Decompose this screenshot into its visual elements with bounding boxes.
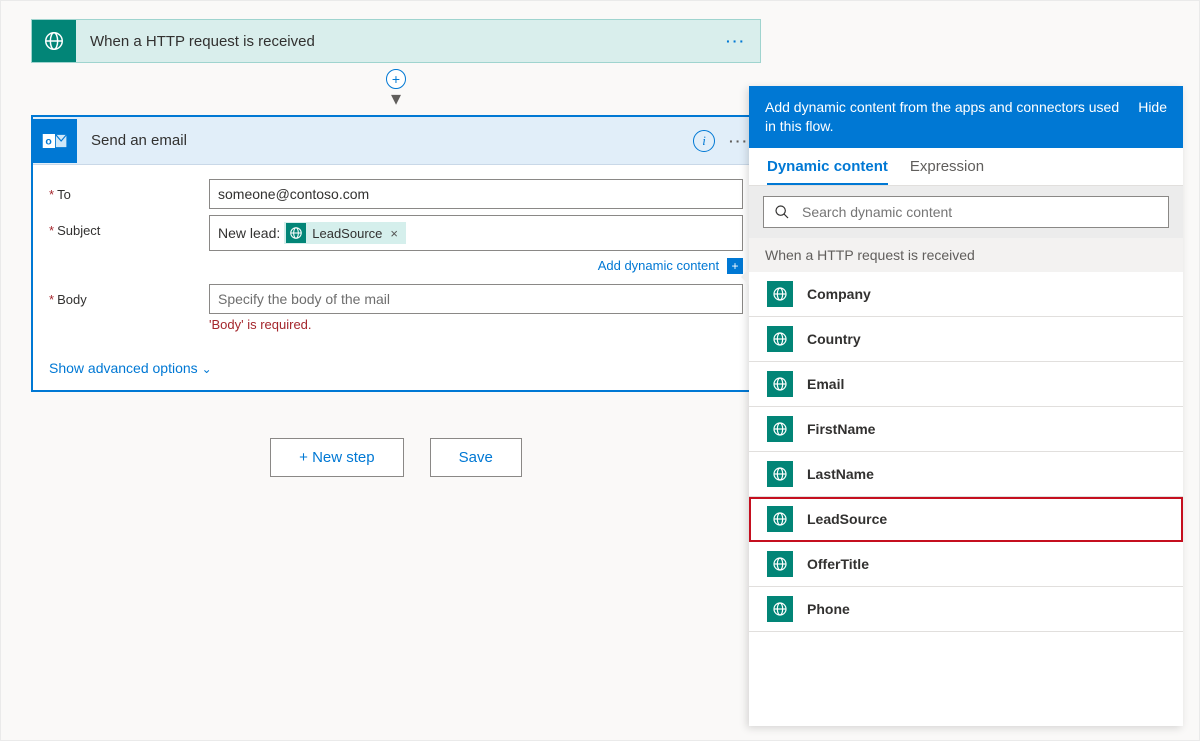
trigger-title: When a HTTP request is received xyxy=(76,20,712,62)
dynamic-item[interactable]: LeadSource xyxy=(749,497,1183,542)
item-name: OfferTitle xyxy=(807,556,869,572)
item-name: Company xyxy=(807,286,871,302)
globe-icon xyxy=(32,20,76,62)
dynamic-item[interactable]: Phone xyxy=(749,587,1183,632)
to-label: To xyxy=(57,187,71,202)
globe-icon xyxy=(767,326,793,352)
action-header[interactable]: o Send an email i ··· xyxy=(33,117,759,165)
connector: + ▾ xyxy=(31,63,761,115)
dynamic-item[interactable]: Company xyxy=(749,272,1183,317)
svg-text:o: o xyxy=(45,135,51,147)
dynamic-content-panel: Add dynamic content from the apps and co… xyxy=(749,86,1183,726)
item-name: Country xyxy=(807,331,861,347)
dynamic-content-list[interactable]: When a HTTP request is received Company C… xyxy=(749,238,1183,726)
arrow-down-icon: ▾ xyxy=(391,93,401,105)
tab-dynamic-content[interactable]: Dynamic content xyxy=(767,158,888,185)
globe-icon xyxy=(767,461,793,487)
search-icon xyxy=(774,204,790,220)
globe-icon xyxy=(767,371,793,397)
to-input[interactable]: someone@contoso.com xyxy=(209,179,743,209)
search-field[interactable] xyxy=(800,203,1158,221)
add-dynamic-link[interactable]: Add dynamic content xyxy=(598,258,719,273)
search-dynamic-input[interactable] xyxy=(763,196,1169,228)
body-input[interactable]: Specify the body of the mail xyxy=(209,284,743,314)
subject-token[interactable]: LeadSource × xyxy=(284,222,406,244)
dynamic-item[interactable]: OfferTitle xyxy=(749,542,1183,587)
item-name: FirstName xyxy=(807,421,875,437)
item-name: LeadSource xyxy=(807,511,887,527)
info-icon[interactable]: i xyxy=(689,130,719,152)
globe-icon xyxy=(767,281,793,307)
action-card: o Send an email i ··· *To someone@contos… xyxy=(31,115,761,392)
item-name: Phone xyxy=(807,601,850,617)
body-label: Body xyxy=(57,292,87,307)
show-advanced-link[interactable]: Show advanced options⌄ xyxy=(33,350,759,390)
remove-token-icon[interactable]: × xyxy=(390,226,398,241)
trigger-card[interactable]: When a HTTP request is received ··· xyxy=(31,19,761,63)
panel-caret-icon xyxy=(741,269,749,285)
group-header: When a HTTP request is received xyxy=(749,238,1183,272)
trigger-more-menu[interactable]: ··· xyxy=(712,20,760,62)
globe-icon xyxy=(767,506,793,532)
new-step-button[interactable]: + New step xyxy=(270,438,403,477)
subject-prefix: New lead: xyxy=(218,225,280,241)
dynamic-item[interactable]: Email xyxy=(749,362,1183,407)
dynamic-item[interactable]: FirstName xyxy=(749,407,1183,452)
dynamic-item[interactable]: LastName xyxy=(749,452,1183,497)
item-name: Email xyxy=(807,376,844,392)
dynamic-item[interactable]: Country xyxy=(749,317,1183,362)
globe-icon xyxy=(286,223,306,243)
panel-description: Add dynamic content from the apps and co… xyxy=(765,98,1126,136)
globe-icon xyxy=(767,551,793,577)
token-label: LeadSource xyxy=(312,226,382,241)
save-button[interactable]: Save xyxy=(430,438,522,477)
tab-expression[interactable]: Expression xyxy=(910,158,984,185)
globe-icon xyxy=(767,416,793,442)
chevron-down-icon: ⌄ xyxy=(202,362,212,376)
subject-input[interactable]: New lead: LeadSource × xyxy=(209,215,743,251)
globe-icon xyxy=(767,596,793,622)
subject-label: Subject xyxy=(57,223,100,238)
action-title: Send an email xyxy=(77,132,689,149)
item-name: LastName xyxy=(807,466,874,482)
outlook-icon: o xyxy=(33,119,77,163)
add-step-icon[interactable]: + xyxy=(386,69,406,89)
body-error: 'Body' is required. xyxy=(209,317,743,332)
hide-panel-link[interactable]: Hide xyxy=(1126,98,1167,117)
